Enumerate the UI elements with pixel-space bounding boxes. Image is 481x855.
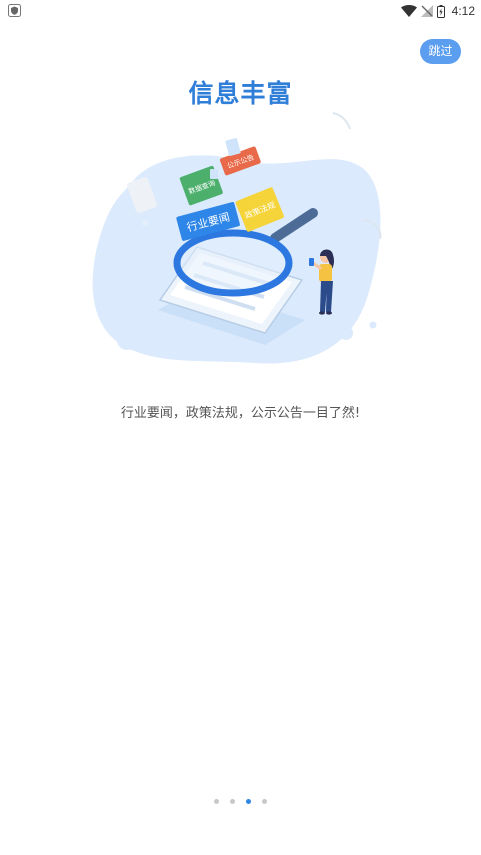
person-shoe (326, 311, 332, 315)
no-signal-icon (420, 5, 433, 17)
page-dot (230, 799, 235, 804)
deco-card (225, 137, 241, 157)
person-shoe (319, 311, 325, 315)
page-dot (246, 799, 251, 804)
person-legs (320, 281, 333, 312)
skip-button[interactable]: 跳过 (420, 39, 461, 64)
person-phone (309, 258, 314, 266)
shield-icon (8, 4, 21, 17)
page-dot (262, 799, 267, 804)
status-icons: 4:12 (400, 2, 475, 20)
battery-icon (436, 4, 445, 18)
deco-circle (369, 321, 377, 329)
magnifier-lens (173, 229, 293, 297)
deco-circle (339, 326, 353, 340)
page-description: 行业要闻，政策法规，公示公告一目了然! (120, 406, 361, 421)
status-bar: 4:12 (0, 0, 481, 22)
page-indicator (0, 799, 481, 804)
illustration: 行业要闻 数据查询 公示公告 政策法规 (92, 112, 382, 364)
deco-card (210, 169, 218, 179)
status-time: 4:12 (451, 4, 475, 18)
page-dot (214, 799, 219, 804)
deco-circle (142, 220, 148, 226)
deco-squiggle (332, 112, 351, 130)
deco-circle (117, 330, 137, 350)
wifi-icon (400, 5, 417, 17)
person-body (319, 264, 332, 282)
